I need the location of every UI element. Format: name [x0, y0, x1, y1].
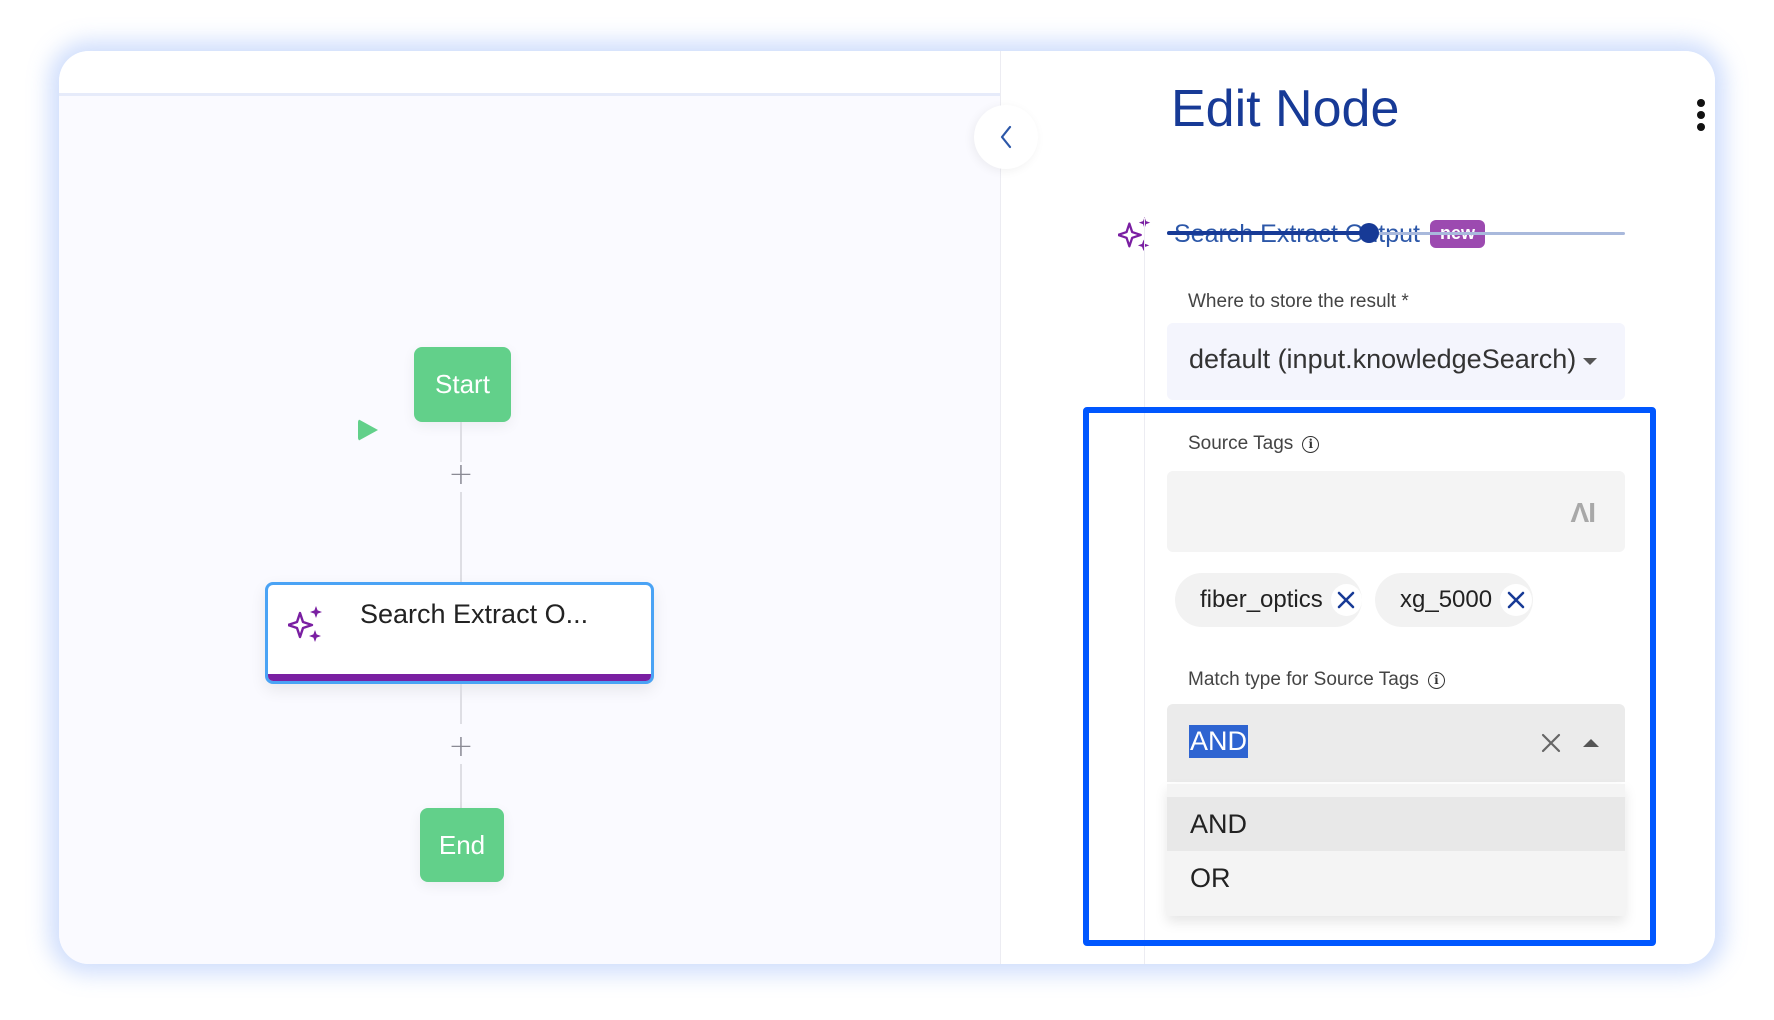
sparkle-icon: [288, 606, 322, 642]
settings-slider[interactable]: [1167, 223, 1625, 243]
store-result-value: default (input.knowledgeSearch): [1189, 344, 1577, 374]
canvas-toolbar: [59, 51, 1000, 96]
task-node-label: Search Extract O...: [360, 599, 589, 629]
store-result-label-text: Where to store the result *: [1188, 291, 1409, 312]
slider-fill: [1167, 231, 1369, 235]
flow-canvas[interactable]: Start + Search Extract O... + End: [59, 96, 1000, 964]
more-options-icon[interactable]: [1696, 99, 1706, 133]
chevron-left-icon: [1000, 125, 1012, 149]
task-node-search-extract[interactable]: Search Extract O...: [265, 582, 654, 684]
highlight-box: [1083, 407, 1656, 946]
connector-line: [460, 492, 462, 582]
caret-down-icon: [1583, 358, 1597, 365]
store-result-label: Where to store the result *: [1188, 291, 1409, 313]
slider-thumb[interactable]: [1358, 223, 1379, 243]
task-node-accent-bar: [268, 674, 651, 681]
edit-node-panel: Edit Node Search Extract Output new Wher…: [974, 51, 1715, 964]
connector-line: [460, 764, 462, 808]
app-window: Start + Search Extract O... + End Edit N…: [59, 51, 1715, 964]
panel-title: Edit Node: [1171, 80, 1400, 138]
play-icon[interactable]: [358, 419, 378, 441]
end-node[interactable]: End: [420, 808, 504, 882]
add-step-button[interactable]: +: [448, 460, 474, 490]
store-result-select[interactable]: default (input.knowledgeSearch): [1167, 323, 1625, 400]
start-node[interactable]: Start: [414, 347, 511, 422]
connector-line: [460, 684, 462, 724]
add-step-button[interactable]: +: [448, 732, 474, 762]
collapse-panel-button[interactable]: [974, 105, 1038, 169]
connector-line: [460, 422, 462, 462]
